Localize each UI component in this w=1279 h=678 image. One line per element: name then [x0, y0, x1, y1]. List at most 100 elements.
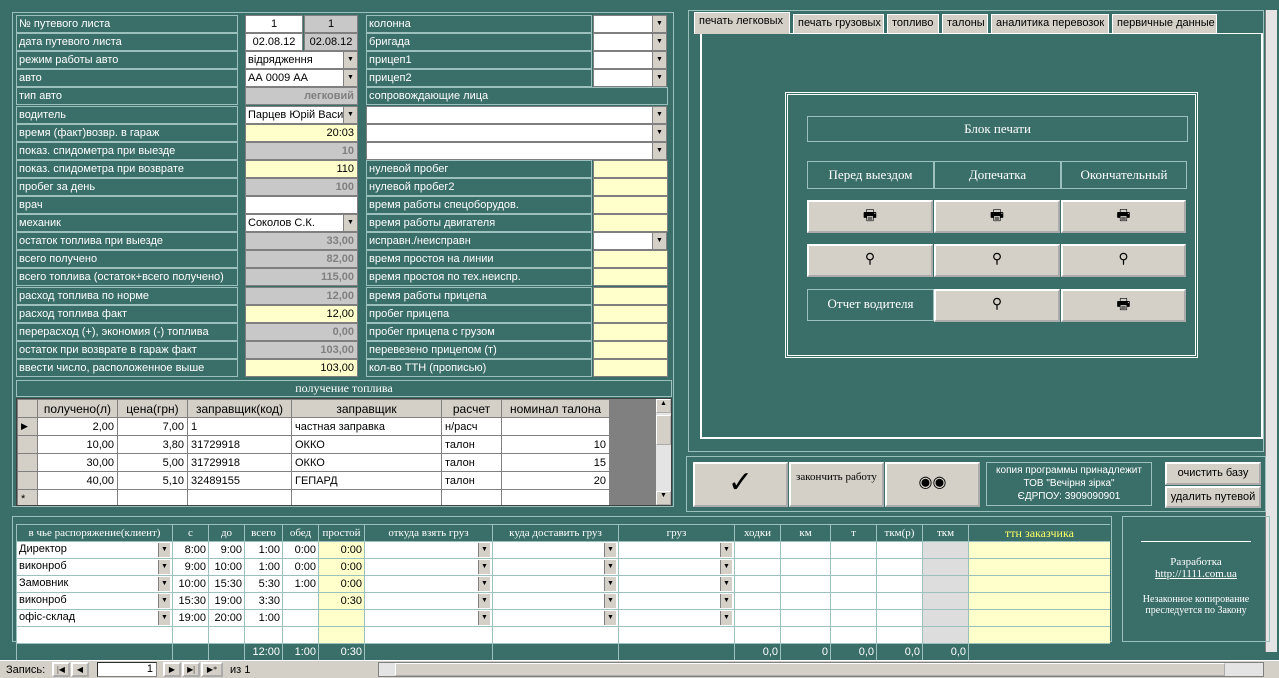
fuel-cell[interactable]: ОККО — [291, 453, 442, 472]
cargo-combo[interactable]: ▼ — [618, 541, 735, 559]
route-row[interactable]: Директор ▼ 8:00 9:00 1:00 0:00 0:00 ▼ ▼ ▼ — [16, 541, 1110, 559]
time-cell[interactable] — [282, 592, 319, 610]
route-col-header[interactable]: откуда взять груз — [364, 524, 493, 542]
fuel-cell[interactable]: 30,00 — [37, 453, 118, 472]
fuel-cell[interactable]: 10 — [501, 435, 610, 454]
col-coupon[interactable]: номинал талона — [501, 399, 610, 418]
fuel-cell[interactable]: талон — [441, 453, 502, 472]
fuel-cell[interactable]: 31729918 — [187, 453, 292, 472]
t-cell[interactable] — [830, 609, 877, 627]
time-cell[interactable]: 0:00 — [282, 541, 319, 559]
time-cell[interactable]: 0:00 — [318, 558, 365, 576]
preview-button[interactable]: ⚲ — [807, 244, 933, 277]
fuel-cell[interactable]: 20 — [501, 471, 610, 490]
chevron-down-icon[interactable]: ▼ — [720, 594, 732, 608]
km-cell[interactable] — [780, 575, 831, 593]
chevron-down-icon[interactable]: ▼ — [720, 577, 732, 591]
fuel-cell[interactable]: 32489155 — [187, 471, 292, 490]
cargo-combo[interactable]: ▼ — [492, 541, 619, 559]
chevron-down-icon[interactable]: ▼ — [478, 560, 490, 574]
chevron-down-icon[interactable]: ▼ — [478, 577, 490, 591]
fuel-cell[interactable]: 5,10 — [117, 471, 188, 490]
fuel-new-row[interactable]: * — [17, 489, 610, 505]
t-cell[interactable] — [830, 541, 877, 559]
first-record-button[interactable]: |◀ — [52, 662, 70, 677]
route-col-header[interactable]: т — [830, 524, 877, 542]
route-col-header[interactable]: всего — [244, 524, 283, 542]
route-row[interactable]: Замовник ▼ 10:00 15:30 5:30 1:00 0:00 ▼ ▼ ▼ — [16, 575, 1110, 593]
chevron-down-icon[interactable]: ▼ — [343, 106, 357, 123]
mid-value[interactable] — [593, 304, 668, 323]
field-value[interactable]: 20:03 — [245, 123, 358, 142]
next-record-button[interactable]: ▶ — [163, 662, 181, 677]
chevron-down-icon[interactable]: ▼ — [652, 16, 666, 32]
col-received[interactable]: получено(л) — [37, 399, 118, 418]
escort-combo[interactable]: ▼ — [366, 123, 667, 142]
field-combo[interactable]: відрядження ▼ — [245, 51, 358, 70]
fuel-row[interactable]: ▶ 2,00 7,00 1 частная заправка н/расч — [17, 417, 610, 436]
driver-report-print-button[interactable]: 🖶 — [1061, 289, 1186, 322]
tab-5[interactable]: первичные данные — [1112, 14, 1217, 33]
ttn-cell[interactable] — [968, 609, 1110, 627]
field-value[interactable]: 103,00 — [245, 358, 358, 377]
mid-combo[interactable]: ▼ — [593, 33, 667, 52]
client-value[interactable]: Директор — [19, 543, 67, 555]
escort-combo[interactable]: ▼ — [366, 105, 667, 124]
confirm-button[interactable]: ✓ — [693, 462, 788, 507]
clear-db-button[interactable]: очистить базу — [1165, 462, 1261, 485]
cargo-combo[interactable]: ▼ — [364, 609, 493, 627]
fuel-row[interactable]: 10,00 3,80 31729918 ОККО талон 10 — [17, 435, 610, 454]
chevron-down-icon[interactable]: ▼ — [652, 142, 666, 159]
cargo-combo[interactable]: ▼ — [364, 592, 493, 610]
chevron-down-icon[interactable]: ▼ — [343, 70, 357, 87]
client-value[interactable]: Замовник — [19, 577, 68, 589]
mid-combo[interactable]: ▼ — [593, 232, 667, 251]
mid-value[interactable] — [593, 322, 668, 341]
search-binoculars-button[interactable]: ◉◉ — [885, 462, 980, 507]
time-cell[interactable]: 20:00 — [208, 609, 245, 627]
chevron-down-icon[interactable]: ▼ — [652, 124, 666, 141]
cargo-combo[interactable]: ▼ — [492, 592, 619, 610]
route-col-header[interactable]: до — [208, 524, 245, 542]
time-cell[interactable]: 15:30 — [208, 575, 245, 593]
mid-value[interactable] — [593, 358, 668, 377]
mid-value[interactable] — [593, 196, 668, 214]
tab-2[interactable]: топливо — [887, 14, 939, 33]
tkmr-cell[interactable] — [876, 541, 923, 559]
mid-value[interactable] — [593, 250, 668, 269]
horizontal-scrollbar[interactable] — [378, 662, 1264, 677]
cargo-combo[interactable]: ▼ — [618, 609, 735, 627]
km-cell[interactable] — [780, 592, 831, 610]
route-col-header[interactable]: ткм(р) — [876, 524, 923, 542]
ttn-cell[interactable] — [968, 575, 1110, 593]
fuel-cell[interactable]: 2,00 — [37, 417, 118, 436]
tkmr-cell[interactable] — [876, 558, 923, 576]
last-record-button[interactable]: ▶| — [182, 662, 200, 677]
route-col-header[interactable]: куда доставить груз — [492, 524, 619, 542]
route-col-header[interactable]: обед — [282, 524, 319, 542]
chevron-down-icon[interactable]: ▼ — [604, 594, 616, 608]
chevron-down-icon[interactable]: ▼ — [652, 34, 666, 51]
trips-cell[interactable] — [734, 592, 781, 610]
fuel-cell[interactable]: 3,80 — [117, 435, 188, 454]
trips-cell[interactable] — [734, 541, 781, 559]
time-cell[interactable]: 10:00 — [172, 575, 209, 593]
time-cell[interactable] — [282, 609, 319, 627]
field-value[interactable] — [245, 196, 358, 214]
time-cell[interactable]: 15:30 — [172, 592, 209, 610]
col-fueler[interactable]: заправщик — [291, 399, 442, 418]
print-button[interactable]: 🖶 — [807, 200, 933, 233]
cargo-combo[interactable]: ▼ — [364, 575, 493, 593]
mid-value[interactable] — [593, 177, 668, 196]
mid-combo[interactable]: ▼ — [593, 15, 667, 33]
t-cell[interactable] — [830, 558, 877, 576]
route-col-header[interactable]: км — [780, 524, 831, 542]
chevron-down-icon[interactable]: ▼ — [720, 560, 732, 574]
chevron-down-icon[interactable]: ▼ — [158, 594, 170, 608]
cargo-combo[interactable]: ▼ — [492, 575, 619, 593]
cargo-combo[interactable]: ▼ — [492, 609, 619, 627]
finish-work-button[interactable]: закончить работу — [789, 462, 884, 507]
dev-link[interactable]: http://1111.com.ua — [1123, 568, 1269, 580]
field-value[interactable]: 110 — [245, 159, 358, 178]
route-col-header[interactable]: в чье распоряжение(клиент) — [16, 524, 173, 542]
